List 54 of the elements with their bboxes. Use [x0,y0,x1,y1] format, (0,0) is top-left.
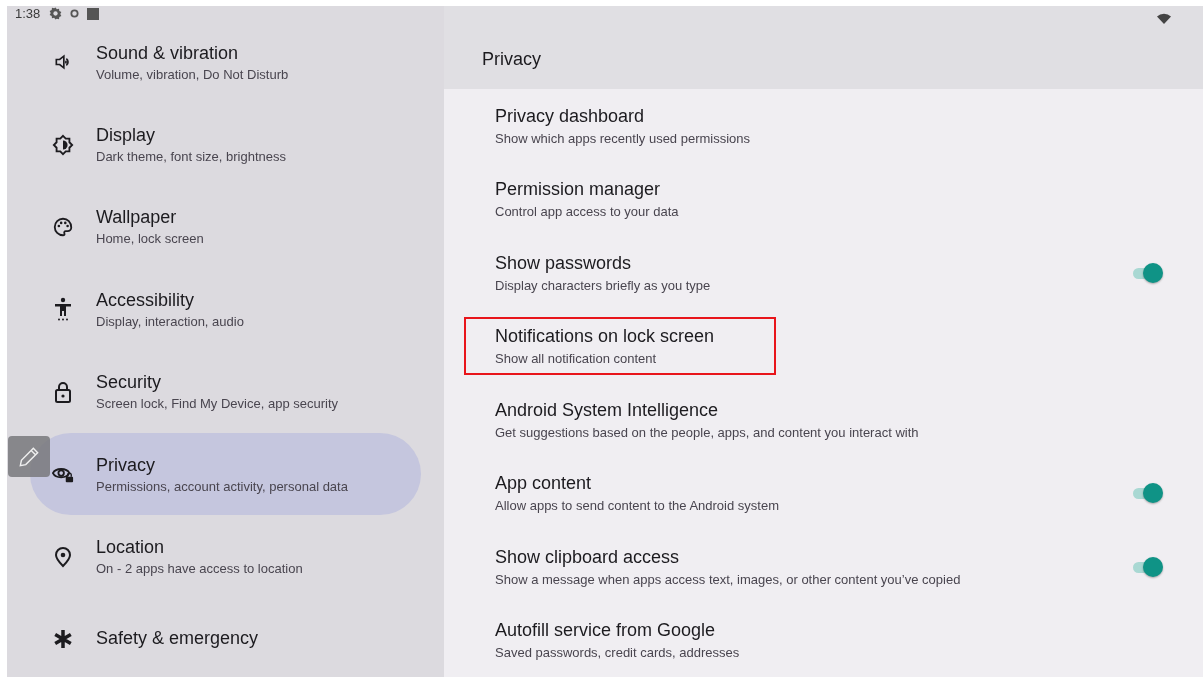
item-subtitle: Control app access to your data [495,204,679,220]
item-title[interactable]: Autofill service from Google [495,620,740,642]
item-title: Security [96,372,163,394]
item-title[interactable]: App content [495,473,779,495]
item-subtitle: Show which apps recently used permissions [495,130,751,146]
palette-icon [52,215,74,238]
item-subtitle: Show all notification content [495,351,658,367]
sidebar-item[interactable]: Accessibility Display, interaction, audio [30,268,421,351]
circle-icon [70,9,80,18]
sidebar-item[interactable]: Wallpaper Home, lock screen [30,185,421,269]
square-icon [87,7,100,20]
sidebar-item[interactable]: Privacy Permissions, account activity, personal data [30,432,421,516]
item-subtitle: Allow apps to send content to the Android system [495,498,779,514]
item-subtitle: Saved passwords, credit cards, addresses [495,645,740,661]
item-subtitle: Show a message when apps access text, images, or other content you’ve copied [495,571,961,587]
brightness-icon [52,133,74,156]
edit-button[interactable] [8,436,50,477]
item-subtitle: Home, lock screen [96,231,204,247]
accessibility-icon [53,297,73,322]
item-title[interactable]: Notifications on lock screen [495,326,715,348]
item-title: Safety & emergency [96,628,259,650]
item-title[interactable]: Show clipboard access [495,546,961,568]
item-title: Location [96,537,166,559]
location-pin-icon [54,545,72,568]
item-subtitle: Dark theme, font size, brightness [96,149,287,165]
item-subtitle: Get suggestions based on the people, apps, and content you interact with [495,424,919,440]
toggle-switch[interactable] [1131,482,1163,505]
item-subtitle: On - 2 apps have access to location [96,561,303,577]
item-subtitle: Display, interaction, audio [96,313,244,329]
item-title: Accessibility [96,289,196,311]
item-subtitle: Permissions, account activity, personal data [96,478,348,494]
sidebar-item[interactable]: Safety & emergency [30,597,421,677]
asterisk-icon [53,628,73,649]
item-title[interactable]: Android System Intelligence [495,399,919,421]
item-title: Sound & vibration [96,42,240,64]
item-title[interactable]: Privacy dashboard [495,105,751,127]
page-title: Privacy [482,49,542,70]
wifi-icon [1157,12,1171,24]
item-title[interactable]: Permission manager [495,179,679,201]
sidebar-item[interactable]: Security Screen lock, Find My Device, app security [30,350,421,433]
item-subtitle: Screen lock, Find My Device, app security [96,396,339,412]
item-title: Wallpaper [96,207,178,229]
status-time: 1:38 [15,6,41,21]
lock-icon [53,380,73,403]
item-subtitle: Volume, vibration, Do Not Disturb [96,66,289,82]
item-subtitle: Display characters briefly as you type [495,277,711,293]
sidebar-item[interactable]: Location On - 2 apps have access to location [30,515,421,598]
sidebar-item[interactable]: Display Dark theme, font size, brightness [30,103,421,186]
toggle-switch[interactable] [1131,261,1163,284]
toggle-switch[interactable] [1131,555,1163,578]
item-title[interactable]: Show passwords [495,252,711,274]
item-title: Display [96,125,157,147]
item-title: Privacy [96,454,156,476]
sidebar-item[interactable]: Sound & vibration Volume, vibration, Do Not Disturb [30,21,421,104]
